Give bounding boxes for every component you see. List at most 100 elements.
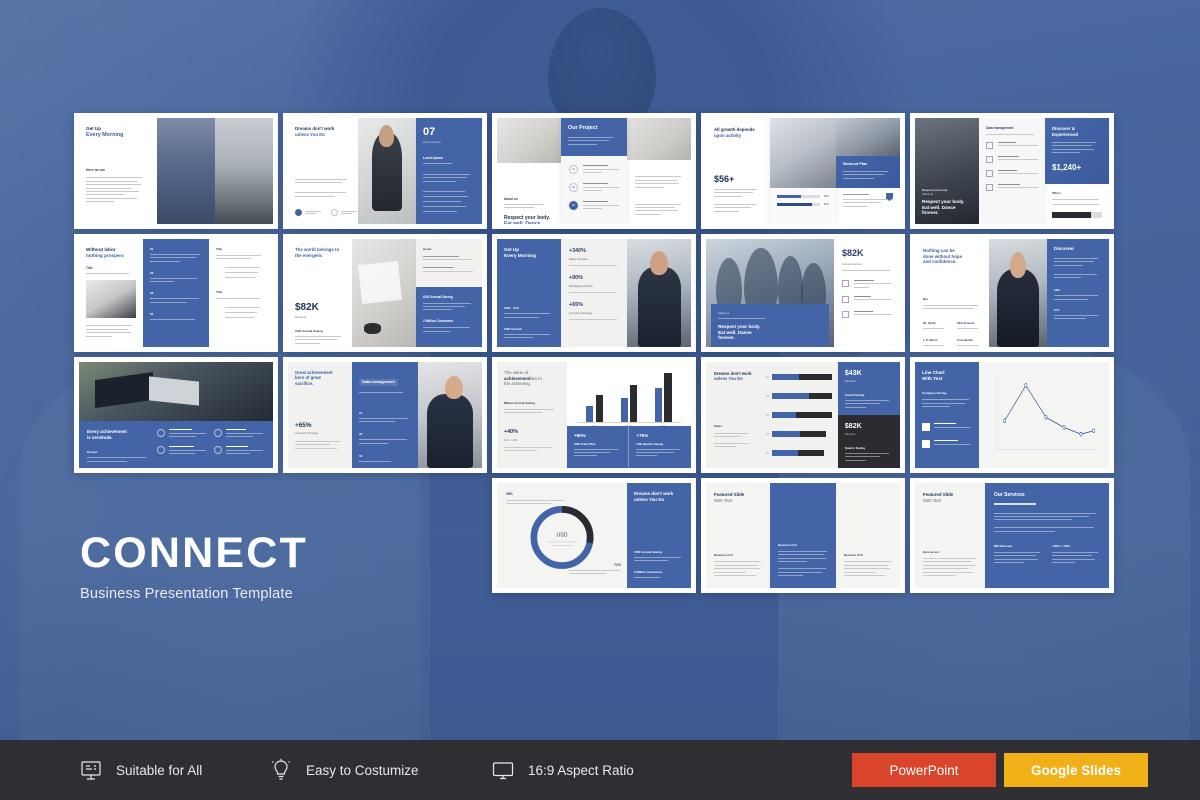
slide-thumbnail[interactable]: Featured Slide With Text Here we are : O… bbox=[910, 478, 1114, 593]
slide-thumbnail[interactable]: Get Up Every Morning Here we are bbox=[74, 113, 278, 229]
slide-thumbnail[interactable]: Respect your body. About us Respect your… bbox=[910, 113, 1114, 229]
slide-thumbnail[interactable]: Dreams don't work unless You Do Sales 01… bbox=[701, 357, 905, 473]
quote-line3: forever. bbox=[922, 210, 939, 216]
slide-thumbnail[interactable]: About us Respect your body. Eat well. Da… bbox=[492, 113, 696, 229]
slide-title-line2b: lies in bbox=[530, 375, 542, 381]
section-label: USD Annual Saving bbox=[295, 329, 323, 333]
list-icon bbox=[986, 142, 994, 149]
step-number: 01 bbox=[569, 165, 579, 175]
slide-title-line2: unless You Do bbox=[295, 131, 326, 137]
panel-label: Company Saving bbox=[922, 391, 947, 396]
slide-photo bbox=[626, 239, 691, 347]
slide-stat-a-caption: Revenue bbox=[844, 380, 856, 383]
col-label bbox=[635, 197, 683, 201]
slide-photo-right bbox=[214, 118, 273, 224]
slide-thumbnail[interactable]: Dreams don't work unless You Do 07 Lorem… bbox=[283, 113, 487, 229]
metric-value: +90% bbox=[569, 275, 583, 281]
slide-thumbnail[interactable]: Every achievement is servitude. Groups bbox=[74, 357, 278, 473]
slide-stat: $1,240+ bbox=[1051, 163, 1082, 173]
slide-number: 07 bbox=[423, 126, 436, 138]
list-icon bbox=[842, 280, 850, 287]
bullet-number: 02 bbox=[359, 432, 363, 437]
list-icon bbox=[842, 295, 850, 303]
slide-title-line1: All growth depends bbox=[714, 127, 755, 132]
list-icon bbox=[842, 310, 850, 318]
col-label: CEO Investor bbox=[956, 320, 975, 325]
card-label: USD Yearly Plan bbox=[573, 441, 596, 446]
feature-aspect-ratio: 16:9 Aspect Ratio bbox=[490, 757, 634, 783]
slide-thumbnail[interactable]: Without labor nothing prospers Title 01 … bbox=[74, 234, 278, 352]
slide-stat: $56+ bbox=[714, 174, 735, 184]
bullet-number: 01 bbox=[359, 411, 363, 415]
slide-title-line2: achievement bbox=[504, 375, 531, 381]
stat-b-label: +90% / +45% bbox=[1051, 543, 1070, 548]
bullet-number: 01 bbox=[150, 247, 154, 251]
panel-a-label: USD Annual Saving bbox=[423, 294, 453, 299]
feature-label: 16:9 Aspect Ratio bbox=[528, 762, 634, 778]
bullet-number: 04 bbox=[150, 311, 154, 316]
panel-title-line2: Experienced bbox=[1051, 131, 1079, 137]
slide-title-line2: With Text bbox=[714, 497, 732, 503]
donut-pct-primary: 28% bbox=[506, 492, 513, 496]
slide-title-line3: and confidence. bbox=[923, 259, 957, 264]
slide-thumbnail[interactable]: All growth depends upon activity $56+ 55… bbox=[701, 113, 905, 229]
powerpoint-button[interactable]: PowerPoint bbox=[852, 753, 996, 787]
panel-b-label: 2 Million Customers bbox=[423, 319, 454, 324]
quote-line2: Eat well. Dance bbox=[504, 221, 554, 224]
slide-title-line3: sacrifice. bbox=[295, 380, 314, 386]
col-label: Business Unit bbox=[778, 543, 797, 548]
card-value: +90% bbox=[573, 432, 586, 438]
metric-value: +65% bbox=[569, 302, 583, 308]
slide-thumbnail[interactable]: Line Chart With Text Company Saving bbox=[910, 357, 1114, 473]
slide-thumbnail[interactable]: The world belongs to the energetic $82K … bbox=[283, 234, 487, 352]
metric-label: Company Strategy bbox=[569, 311, 593, 315]
slide-thumbnail[interactable]: Get Up Every Morning USD - Unit USD Grow… bbox=[492, 234, 696, 352]
slide-title-line2: unless You Do bbox=[633, 496, 665, 502]
col-label: Consultants bbox=[956, 337, 974, 342]
slide-subhead: Here we are bbox=[86, 168, 106, 173]
slide-stat: $82K bbox=[842, 248, 864, 258]
slide-title-line3: the achieving. bbox=[504, 381, 532, 386]
slide-thumbnail[interactable]: Great achievement born of great sacrific… bbox=[283, 357, 487, 473]
slide-subhead: Title bbox=[86, 266, 93, 271]
metric-value: +340% bbox=[569, 248, 586, 254]
slide-stat: $82K bbox=[295, 302, 319, 313]
google-slides-button[interactable]: Google Slides bbox=[1004, 753, 1148, 787]
slide-stat-a: $43K bbox=[844, 370, 862, 377]
about-label: Here we are : bbox=[923, 550, 941, 555]
panel-title: Our Services bbox=[993, 492, 1025, 498]
list-icon bbox=[986, 170, 994, 177]
about-label: About us bbox=[504, 196, 518, 201]
panel-a-label: USD - Unit bbox=[504, 306, 519, 311]
slide-stat: +40% bbox=[504, 428, 518, 435]
slide-thumbnail[interactable]: Nothing can be done without hope and con… bbox=[910, 234, 1114, 352]
presentation-board-icon bbox=[78, 757, 104, 783]
panel-title: Data management bbox=[359, 379, 398, 386]
feature-suitable-for-all: Suitable for All bbox=[78, 757, 202, 783]
col-label: Mr. Smith bbox=[923, 320, 936, 325]
slide-thumbnail[interactable]: The value of achievementlies in the achi… bbox=[492, 357, 696, 473]
brand-title: CONNECT bbox=[80, 529, 309, 577]
slide-subhead: Million Annual Saving bbox=[504, 400, 536, 405]
slide-title-line2: Every Morning bbox=[504, 252, 536, 258]
col-label bbox=[635, 169, 683, 173]
slide-thumbnail[interactable]: 28% 72% USD Dreams don't work unless You… bbox=[492, 478, 696, 593]
bottom-bar: Suitable for All Easy to Costumize 16:9 … bbox=[0, 740, 1200, 800]
panel-a-label: USD Annual Saving bbox=[633, 549, 662, 554]
step-number: 02 bbox=[569, 183, 579, 193]
slide-thumbnail[interactable]: About us Respect your body. Eat well. Da… bbox=[701, 234, 905, 352]
monitor-icon bbox=[490, 757, 516, 783]
panel-b-label: 2 Million Customers bbox=[633, 570, 663, 574]
slide-title-line2: unless You Do bbox=[714, 376, 743, 382]
slide-title-line2: Every Morning bbox=[86, 131, 124, 138]
slide-thumbnail[interactable]: Featured Slide With Text Business Unit B… bbox=[701, 478, 905, 593]
slide-stat-b-caption: Revenue bbox=[844, 433, 856, 436]
headline-line2: is servitude. bbox=[87, 434, 113, 440]
list-title: Data management bbox=[986, 126, 1014, 130]
slide-photo bbox=[357, 118, 417, 224]
line-chart bbox=[996, 373, 1097, 450]
metric-label: Management Team bbox=[569, 284, 593, 288]
brand-subtitle: Business Presentation Template bbox=[80, 586, 293, 602]
panel-b-label: USD Growth bbox=[504, 326, 522, 331]
bullet-number: 03 bbox=[150, 291, 154, 296]
